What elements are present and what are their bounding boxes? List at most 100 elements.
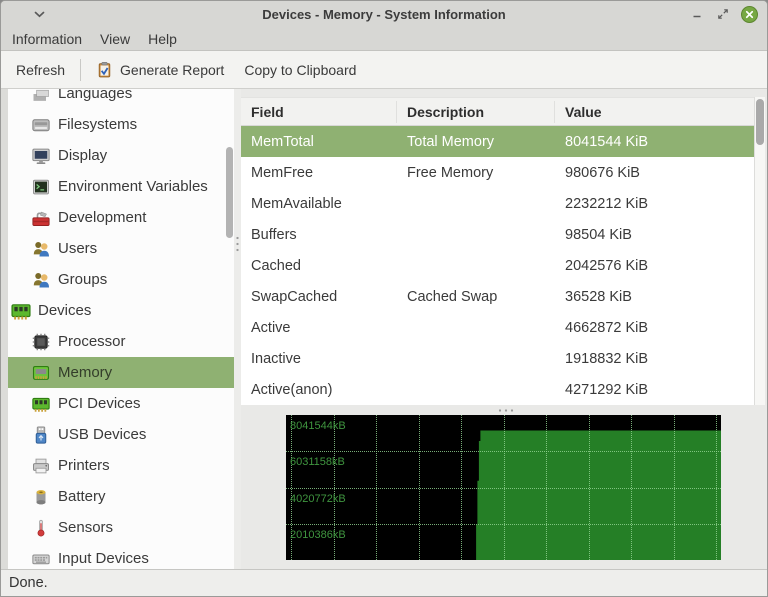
sidebar-item-label: Printers [58, 457, 110, 474]
window-controls [689, 1, 758, 27]
table-row-memfree[interactable]: MemFree Free Memory 980676 KiB [241, 157, 754, 188]
status-text: Done. [9, 575, 48, 591]
sidebar-item-input-devices[interactable]: Input Devices [8, 543, 234, 569]
table-row-memavailable[interactable]: MemAvailable 2232212 KiB [241, 188, 754, 219]
table-row-inactive[interactable]: Inactive 1918832 KiB [241, 343, 754, 374]
sidebar-scrollbar[interactable] [226, 147, 233, 238]
sidebar-item-label: Filesystems [58, 116, 138, 133]
sidebar-item-groups[interactable]: Groups [8, 264, 234, 295]
cell-value: 36528 KiB [565, 288, 632, 305]
cell-field: Inactive [251, 350, 301, 367]
sidebar-item-label: Processor [58, 333, 126, 350]
chart-horizontal-gridline [286, 451, 721, 453]
cell-value: 980676 KiB [565, 164, 640, 181]
column-header-value[interactable]: Value [555, 104, 754, 120]
content-pane: Field Description Value MemTotal Total Me… [241, 89, 767, 569]
y-axis-label: 4020772kB [290, 492, 346, 505]
sidebar-item-printers[interactable]: Printers [8, 450, 234, 481]
table-scrollbar-thumb[interactable] [756, 99, 764, 145]
sidebar-item-label: Environment Variables [58, 178, 208, 195]
sidebar-item-label: Languages [58, 89, 133, 102]
sidebar: Languages Filesystems Display Environment V… [8, 89, 234, 569]
table-row-cached[interactable]: Cached 2042576 KiB [241, 250, 754, 281]
cell-field: Active [251, 319, 291, 336]
sidebar-item-sensors[interactable]: Sensors [8, 512, 234, 543]
sidebar-list: Languages Filesystems Display Environment V… [8, 89, 234, 569]
users-icon [31, 239, 51, 259]
window-menu-icon[interactable] [33, 8, 46, 21]
minimize-icon[interactable] [689, 7, 704, 22]
sidebar-item-users[interactable]: Users [8, 233, 234, 264]
cell-field: Active(anon) [251, 381, 333, 398]
chart-horizontal-gridline [286, 523, 721, 525]
splitter-handle-dots [236, 235, 239, 252]
cell-value: 2042576 KiB [565, 257, 649, 274]
cell-value: 4662872 KiB [565, 319, 649, 336]
horizontal-pane-splitter[interactable] [241, 406, 767, 415]
sidebar-item-label: Users [58, 240, 98, 257]
languages-icon [31, 89, 51, 104]
refresh-button[interactable]: Refresh [6, 55, 75, 85]
sidebar-item-label: Input Devices [58, 550, 149, 567]
menu-information[interactable]: Information [3, 27, 91, 51]
statusbar: Done. [1, 569, 767, 596]
sidebar-item-development[interactable]: Development [8, 202, 234, 233]
memory-usage-graph: 8041544kB 6031158kB 4020772kB 2010386kB [286, 415, 721, 560]
development-icon [31, 208, 51, 228]
table-row-swapcached[interactable]: SwapCached Cached Swap 36528 KiB [241, 281, 754, 312]
groups-icon [31, 270, 51, 290]
column-header-field[interactable]: Field [241, 100, 397, 123]
table-scrollbar-track[interactable] [754, 97, 765, 405]
sidebar-item-label: PCI Devices [58, 395, 141, 412]
pci-devices-icon [31, 394, 51, 414]
cell-description: Cached Swap [407, 288, 498, 305]
vertical-pane-splitter[interactable] [234, 89, 241, 569]
y-axis-label: 6031158kB [290, 456, 345, 469]
copy-to-clipboard-button[interactable]: Copy to Clipboard [234, 55, 366, 85]
sidebar-item-usb-devices[interactable]: USB Devices [8, 419, 234, 450]
cell-field: SwapCached [251, 288, 338, 305]
cell-field: Buffers [251, 226, 297, 243]
column-header-description[interactable]: Description [397, 100, 555, 123]
sidebar-item-filesystems[interactable]: Filesystems [8, 109, 234, 140]
menu-view[interactable]: View [91, 27, 139, 51]
sidebar-item-label: USB Devices [58, 426, 147, 443]
table-row-memtotal[interactable]: MemTotal Total Memory 8041544 KiB [241, 126, 754, 157]
processor-icon [31, 332, 51, 352]
sensors-icon [31, 518, 51, 538]
cell-description: Total Memory [407, 133, 495, 150]
info-table: Field Description Value MemTotal Total Me… [241, 97, 754, 405]
generate-report-button[interactable]: Generate Report [86, 55, 234, 85]
close-icon[interactable] [741, 5, 758, 23]
table-row-active-anon[interactable]: Active(anon) 4271292 KiB [241, 374, 754, 405]
generate-report-label: Generate Report [120, 61, 225, 78]
table-row-buffers[interactable]: Buffers 98504 KiB [241, 219, 754, 250]
display-icon [31, 146, 51, 166]
usb-devices-icon [31, 425, 51, 445]
sidebar-item-processor[interactable]: Processor [8, 326, 234, 357]
y-axis-label: 8041544kB [290, 420, 346, 432]
cell-value: 2232212 KiB [565, 195, 649, 212]
menubar: Information View Help [1, 27, 767, 51]
sidebar-item-label: Display [58, 147, 108, 164]
sidebar-item-display[interactable]: Display [8, 140, 234, 171]
memory-icon [31, 363, 51, 383]
sidebar-item-label: Devices [38, 302, 92, 319]
main-area: Languages Filesystems Display Environment V… [1, 89, 767, 569]
sidebar-item-memory[interactable]: Memory [8, 357, 234, 388]
sidebar-item-devices[interactable]: Devices [8, 295, 234, 326]
table-header: Field Description Value [241, 98, 754, 126]
sidebar-item-label: Groups [58, 271, 108, 288]
table-row-active[interactable]: Active 4662872 KiB [241, 312, 754, 343]
battery-icon [31, 487, 51, 507]
sidebar-item-pci-devices[interactable]: PCI Devices [8, 388, 234, 419]
cell-field: MemTotal [251, 133, 314, 150]
sidebar-item-battery[interactable]: Battery [8, 481, 234, 512]
menu-help[interactable]: Help [139, 27, 186, 51]
sidebar-item-environment-variables[interactable]: Environment Variables [8, 171, 234, 202]
filesystems-icon [31, 115, 51, 135]
sidebar-item-languages[interactable]: Languages [8, 89, 234, 109]
printers-icon [31, 456, 51, 476]
restore-icon[interactable] [715, 7, 730, 22]
cell-value: 4271292 KiB [565, 381, 649, 398]
